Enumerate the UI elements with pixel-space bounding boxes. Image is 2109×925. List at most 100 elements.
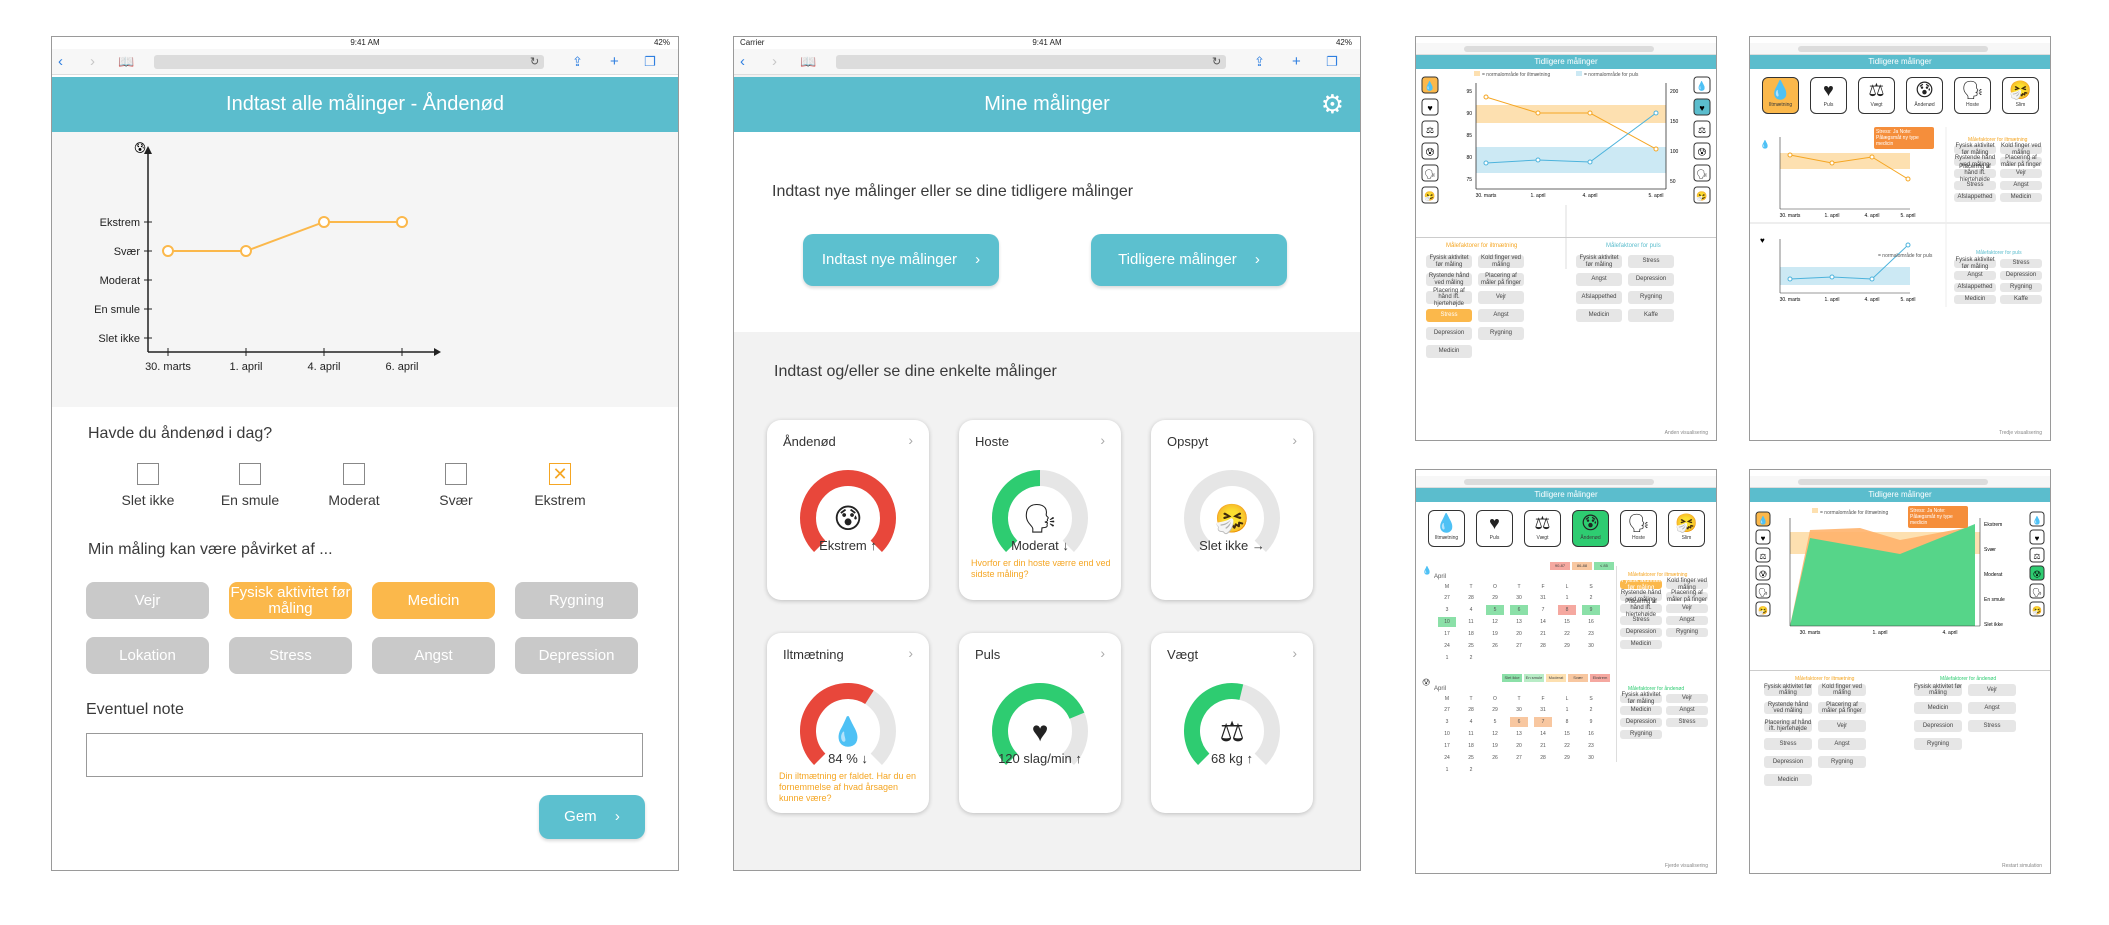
factor-pill[interactable]: Stress [1968, 720, 2016, 732]
new-measurements-button[interactable]: Indtast nye målinger › [803, 234, 999, 286]
calendar-day[interactable]: 28 [1534, 753, 1552, 763]
measurement-tab[interactable]: ⚖ Vægt [1524, 510, 1561, 547]
factor-pill[interactable]: Vejr [86, 582, 209, 619]
factor-pill[interactable]: Angst [1576, 273, 1622, 286]
factor-pill[interactable]: Kaffe [1628, 309, 1674, 322]
address-bar[interactable] [1798, 46, 1988, 52]
factor-pill[interactable]: Placering af måler på finger [1478, 273, 1524, 286]
factor-pill[interactable]: Medicin [372, 582, 495, 619]
factor-pill[interactable]: Stress [1426, 309, 1472, 322]
calendar-day[interactable]: 14 [1534, 617, 1552, 627]
calendar-day[interactable]: 3 [1438, 717, 1456, 727]
calendar-day[interactable]: 14 [1534, 729, 1552, 739]
bookmarks-icon[interactable]: 📖 [800, 53, 816, 71]
calendar-day[interactable]: 27 [1438, 593, 1456, 603]
forward-icon[interactable]: › [90, 53, 95, 71]
address-bar[interactable] [836, 55, 1226, 69]
calendar-day[interactable]: 28 [1462, 705, 1480, 715]
factor-pill[interactable]: Lokation [86, 637, 209, 674]
calendar-day[interactable]: 19 [1486, 741, 1504, 751]
share-icon[interactable]: ⇪ [572, 53, 583, 71]
measurement-tab[interactable]: 🤧 Slim [2002, 77, 2039, 114]
calendar-day[interactable]: 15 [1558, 729, 1576, 739]
factor-pill[interactable]: Kaffe [2000, 295, 2042, 304]
save-button[interactable]: Gem › [539, 795, 645, 839]
calendar-day[interactable]: 24 [1438, 641, 1456, 651]
measurement-tab[interactable]: ⚖ Vægt [1858, 77, 1895, 114]
calendar-day[interactable]: 2 [1462, 765, 1480, 775]
factor-pill[interactable]: Placering af måler på finger [2000, 155, 2042, 168]
factor-pill[interactable]: Kold finger ved måling [1666, 578, 1708, 591]
factor-pill[interactable]: Fysisk aktivitet før måling [1620, 578, 1662, 591]
factor-pill[interactable]: Medicin [1576, 309, 1622, 322]
measurement-card[interactable]: Vægt › ⚖ 68 kg ↑ [1151, 633, 1313, 813]
bookmarks-icon[interactable]: 📖 [118, 53, 134, 71]
calendar-day[interactable]: 10 [1438, 617, 1456, 627]
calendar-day[interactable]: 25 [1462, 641, 1480, 651]
factor-pill[interactable]: Placering af hånd ift. hjertehøjde [1620, 599, 1662, 618]
calendar-day[interactable]: 18 [1462, 629, 1480, 639]
answer-checkbox[interactable] [137, 463, 159, 485]
factor-pill[interactable]: Stress [1628, 255, 1674, 268]
factor-pill[interactable]: Kold finger ved måling [2000, 143, 2042, 156]
factor-pill[interactable]: Afslappethed [1954, 193, 1996, 202]
calendar-day[interactable]: 1 [1558, 593, 1576, 603]
back-icon[interactable]: ‹ [58, 53, 63, 71]
calendar-day[interactable]: 24 [1438, 753, 1456, 763]
address-bar[interactable] [1798, 479, 1988, 485]
calendar-day[interactable]: 2 [1582, 705, 1600, 715]
factor-pill[interactable]: Kold finger ved måling [1818, 684, 1866, 696]
measurement-card[interactable]: Hoste › 🗣 Moderat ↓ Hvorfor er din hoste vær… [959, 420, 1121, 600]
factor-pill[interactable]: Medicin [1914, 702, 1962, 714]
factor-pill[interactable]: Depression [1426, 327, 1472, 340]
measurement-card[interactable]: Iltmætning › 💧 84 % ↓ Din iltmætning er fald… [767, 633, 929, 813]
factor-pill[interactable]: Rygning [1666, 628, 1708, 637]
factor-pill[interactable]: Medicin [1620, 706, 1662, 715]
calendar-day[interactable]: 8 [1558, 605, 1576, 615]
calendar-day[interactable]: 31 [1534, 705, 1552, 715]
factor-pill[interactable]: Placering af hånd ift. hjertehøjde [1426, 288, 1472, 307]
calendar-day[interactable]: 26 [1486, 753, 1504, 763]
measurement-tab[interactable]: 💧 Iltmætning [1762, 77, 1799, 114]
calendar-day[interactable]: 30 [1582, 641, 1600, 651]
factor-pill[interactable]: Stress [1620, 616, 1662, 625]
factor-pill[interactable]: Stress [1666, 718, 1708, 727]
calendar-day[interactable]: 28 [1462, 593, 1480, 603]
measurement-tab[interactable]: 💧 Iltmætning [1428, 510, 1465, 547]
factor-pill[interactable]: Medicin [1764, 774, 1812, 786]
calendar-day[interactable]: 4 [1462, 717, 1480, 727]
calendar-day[interactable]: 15 [1558, 617, 1576, 627]
factor-pill[interactable]: Depression [1764, 756, 1812, 768]
calendar-day[interactable]: 16 [1582, 617, 1600, 627]
factor-pill[interactable]: Angst [372, 637, 495, 674]
factor-pill[interactable]: Depression [1628, 273, 1674, 286]
calendar-day[interactable]: 27 [1438, 705, 1456, 715]
factor-pill[interactable]: Placering af måler på finger [1666, 590, 1708, 603]
calendar-day[interactable]: 31 [1534, 593, 1552, 603]
factor-pill[interactable]: Angst [1666, 706, 1708, 715]
factor-pill[interactable]: Fysisk aktivitet før måling [1914, 684, 1962, 696]
factor-pill[interactable]: Depression [515, 637, 638, 674]
calendar-day[interactable]: 27 [1510, 753, 1528, 763]
calendar-day[interactable]: 9 [1582, 605, 1600, 615]
factor-pill[interactable]: Vejr [1478, 291, 1524, 304]
factor-pill[interactable]: Fysisk aktivitet før måling [1620, 692, 1662, 705]
factor-pill[interactable]: Stress [2000, 259, 2042, 268]
tabs-icon[interactable]: ❐ [1326, 53, 1338, 71]
calendar-day[interactable]: 1 [1558, 705, 1576, 715]
calendar-day[interactable]: 2 [1462, 653, 1480, 663]
factor-pill[interactable]: Depression [2000, 271, 2042, 280]
answer-checkbox[interactable] [239, 463, 261, 485]
factor-pill[interactable]: Placering af hånd ift. hjertehøjde [1954, 164, 1996, 183]
factor-pill[interactable]: Medicin [1954, 295, 1996, 304]
settings-gear-icon[interactable]: ⚙ [1321, 77, 1344, 132]
measurement-card[interactable]: Puls › ♥ 120 slag/min ↑ [959, 633, 1121, 813]
calendar-day[interactable]: 30 [1510, 593, 1528, 603]
factor-pill[interactable]: Placering af hånd ift. hjertehøjde [1764, 720, 1812, 732]
calendar-day[interactable]: 13 [1510, 617, 1528, 627]
answer-checkbox[interactable] [343, 463, 365, 485]
calendar-day[interactable]: 8 [1558, 717, 1576, 727]
calendar-day[interactable]: 18 [1462, 741, 1480, 751]
factor-pill[interactable]: Angst [1666, 616, 1708, 625]
calendar-day[interactable]: 30 [1582, 753, 1600, 763]
